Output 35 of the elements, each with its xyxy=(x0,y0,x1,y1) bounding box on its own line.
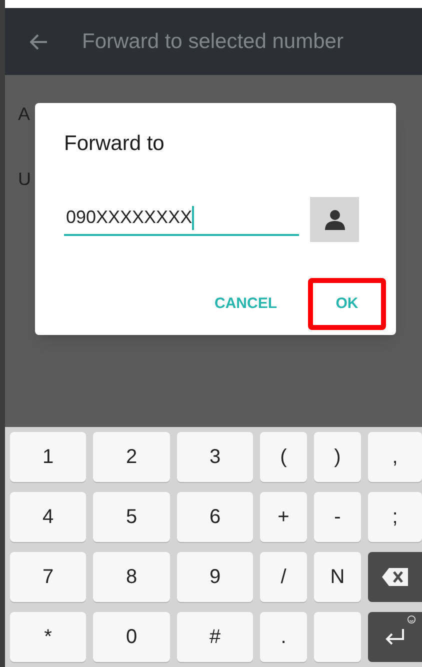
keyboard-key[interactable]: 1 xyxy=(10,432,86,482)
backspace-key[interactable] xyxy=(368,552,422,602)
keyboard-key[interactable]: 0 xyxy=(93,612,170,662)
number-field[interactable]: 090XXXXXXXX xyxy=(64,202,299,236)
keyboard-key[interactable]: 4 xyxy=(10,492,86,542)
keyboard-key[interactable]: ( xyxy=(260,432,307,482)
keyboard-key[interactable]: / xyxy=(260,552,307,602)
text-cursor xyxy=(192,206,194,230)
contact-picker-button[interactable] xyxy=(310,196,359,242)
list-item-label: U xyxy=(18,168,32,191)
list-item-label: A xyxy=(18,103,32,126)
enter-key[interactable] xyxy=(368,612,422,662)
keyboard-key[interactable]: 5 xyxy=(93,492,170,542)
keyboard-key[interactable]: , xyxy=(368,432,422,482)
keyboard-key[interactable]: + xyxy=(260,492,307,542)
keyboard-key[interactable]: - xyxy=(314,492,361,542)
screen-title: Forward to selected number xyxy=(82,28,344,55)
enter-icon xyxy=(383,627,407,647)
keyboard-key[interactable]: 6 xyxy=(177,492,253,542)
keyboard-key[interactable]: 8 xyxy=(93,552,170,602)
keyboard-key[interactable]: 2 xyxy=(93,432,170,482)
keyboard-key[interactable]: ) xyxy=(314,432,361,482)
keyboard-key[interactable]: ; xyxy=(368,492,422,542)
dialog-title: Forward to xyxy=(64,131,166,157)
keyboard-key[interactable]: # xyxy=(177,612,253,662)
smiley-icon xyxy=(407,615,416,624)
person-icon xyxy=(322,207,346,231)
keyboard-key[interactable]: 9 xyxy=(177,552,253,602)
keyboard-key[interactable]: . xyxy=(260,612,307,662)
backspace-icon xyxy=(382,568,408,586)
keyboard-key[interactable]: 3 xyxy=(177,432,253,482)
keyboard-key[interactable]: 7 xyxy=(10,552,86,602)
keyboard-key[interactable]: N xyxy=(314,552,361,602)
keyboard-key[interactable]: * xyxy=(10,612,86,662)
back-arrow-icon[interactable] xyxy=(30,34,48,50)
